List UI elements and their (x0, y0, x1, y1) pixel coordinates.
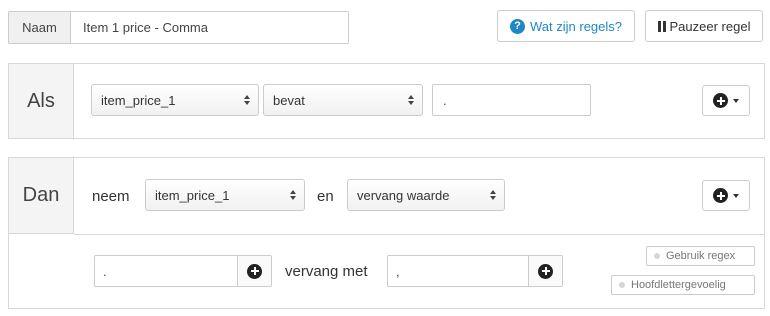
then-field-value: item_price_1 (155, 187, 230, 203)
plus-circle-icon (713, 188, 728, 203)
replace-value-input[interactable]: , (388, 256, 528, 286)
case-sensitive-label: Hoofdlettergevoelig (631, 279, 726, 291)
select-arrows-icon (244, 95, 250, 105)
select-arrows-icon (408, 95, 414, 105)
action-row-divider (74, 234, 764, 235)
plus-circle-icon (713, 93, 728, 108)
find-value-add-button[interactable] (237, 256, 271, 286)
toggle-dot-icon (654, 253, 660, 259)
replace-with-word: vervang met (285, 262, 368, 280)
then-label: Dan (9, 158, 74, 234)
pause-rule-label: Pauzeer regel (669, 18, 751, 34)
question-circle-icon: ? (510, 18, 525, 34)
name-label: Naam (9, 12, 71, 43)
plus-circle-icon (247, 263, 262, 279)
if-label: Als (9, 64, 74, 138)
use-regex-label: Gebruik regex (666, 250, 736, 262)
use-regex-toggle[interactable]: Gebruik regex (646, 246, 755, 266)
add-action-dropdown[interactable] (702, 180, 750, 211)
take-word: neem (92, 187, 130, 205)
if-field-value: item_price_1 (101, 92, 176, 108)
find-value-input[interactable]: . (95, 256, 237, 286)
if-condition-panel: Als item_price_1 bevat . (8, 63, 765, 139)
help-rules-button[interactable]: ? Wat zijn regels? (497, 10, 635, 42)
caret-down-icon (733, 98, 739, 103)
then-action-value: vervang waarde (357, 187, 450, 203)
pause-icon (657, 20, 666, 32)
if-operator-select[interactable]: bevat (263, 84, 423, 116)
caret-down-icon (733, 193, 739, 198)
add-condition-dropdown[interactable] (702, 85, 750, 116)
find-value-group: . (94, 255, 272, 287)
pause-rule-button[interactable]: Pauzeer regel (645, 10, 763, 42)
help-rules-label: Wat zijn regels? (530, 18, 622, 34)
select-arrows-icon (290, 190, 296, 200)
if-operator-value: bevat (273, 92, 305, 108)
rule-name-group: Naam (8, 11, 349, 44)
then-action-panel: Dan neem item_price_1 en vervang waarde … (8, 157, 765, 309)
if-field-select[interactable]: item_price_1 (91, 84, 259, 116)
if-value-input[interactable]: . (432, 84, 591, 116)
replace-value-add-button[interactable] (528, 256, 562, 286)
then-field-select[interactable]: item_price_1 (145, 179, 305, 211)
case-sensitive-toggle[interactable]: Hoofdlettergevoelig (611, 275, 755, 295)
and-word: en (317, 187, 334, 205)
plus-circle-icon (538, 263, 553, 279)
toggle-dot-icon (619, 282, 625, 288)
then-action-select[interactable]: vervang waarde (347, 179, 505, 211)
replace-value-group: , (387, 255, 563, 287)
rule-name-input[interactable] (71, 12, 348, 43)
select-arrows-icon (490, 190, 496, 200)
